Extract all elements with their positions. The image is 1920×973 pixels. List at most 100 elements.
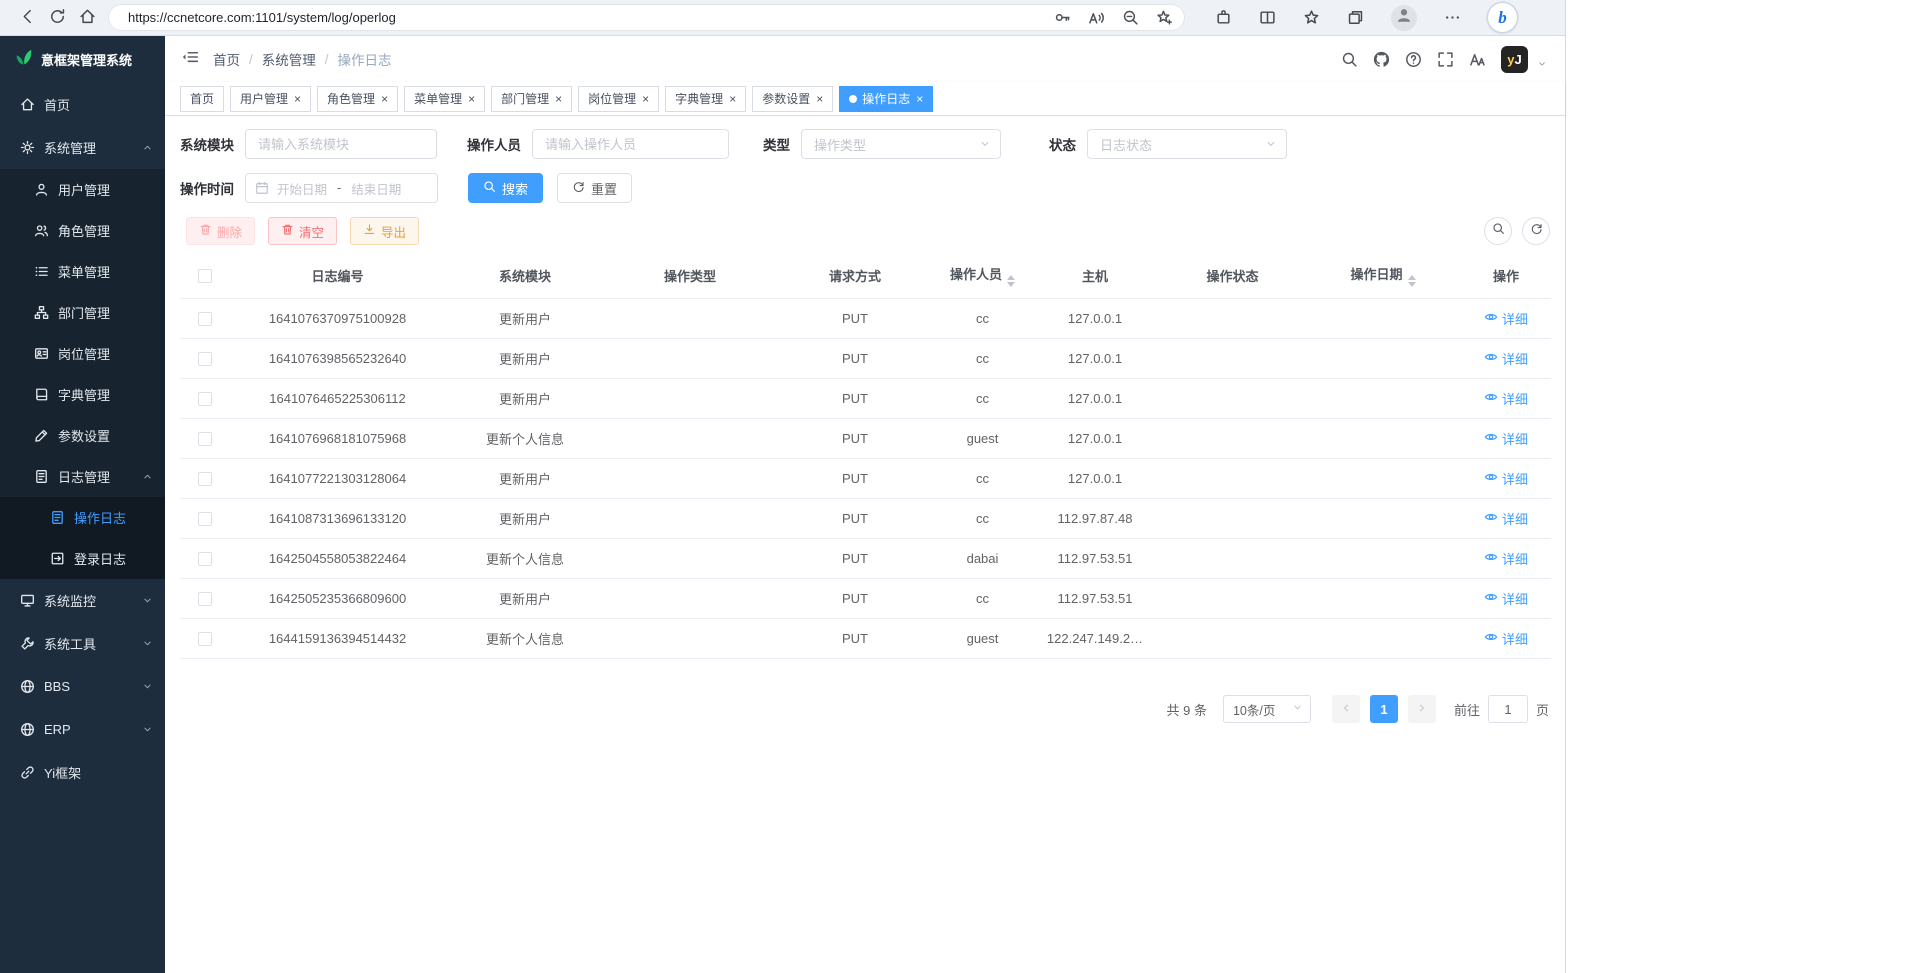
home-button[interactable] — [72, 3, 102, 33]
search-icon[interactable] — [1341, 51, 1358, 68]
favorites-icon[interactable] — [1303, 9, 1320, 26]
detail-link[interactable]: 详细 — [1484, 629, 1528, 648]
sidebar-item-menu-mgmt[interactable]: 菜单管理 — [0, 251, 165, 292]
detail-link[interactable]: 详细 — [1484, 589, 1528, 608]
sidebar-item-oper-log[interactable]: 操作日志 — [0, 497, 165, 538]
page-size-select[interactable]: 10条/页 — [1223, 695, 1311, 723]
back-button[interactable] — [12, 3, 42, 33]
add-favorite-icon[interactable] — [1156, 9, 1173, 26]
url-text[interactable]: https://ccnetcore.com:1101/system/log/op… — [128, 10, 1054, 25]
sidebar-item-post-mgmt[interactable]: 岗位管理 — [0, 333, 165, 374]
row-checkbox[interactable] — [198, 632, 212, 646]
sidebar-item-role-mgmt[interactable]: 角色管理 — [0, 210, 165, 251]
row-checkbox[interactable] — [198, 592, 212, 606]
operator-input[interactable] — [532, 129, 729, 159]
row-checkbox[interactable] — [198, 552, 212, 566]
sort-icon[interactable] — [1408, 275, 1416, 287]
sidebar-item-login-log[interactable]: 登录日志 — [0, 538, 165, 579]
close-icon[interactable]: × — [467, 93, 475, 105]
password-key-icon[interactable] — [1054, 9, 1071, 26]
row-checkbox[interactable] — [198, 312, 212, 326]
sidebar-item-system-mgmt[interactable]: 系统管理 — [0, 126, 165, 169]
tab-user-mgmt[interactable]: 用户管理× — [230, 86, 311, 112]
toggle-search-button[interactable] — [1484, 217, 1512, 245]
sidebar-item-log-mgmt[interactable]: 日志管理 — [0, 456, 165, 497]
row-checkbox[interactable] — [198, 392, 212, 406]
font-size-icon[interactable] — [1469, 51, 1486, 68]
sidebar-item-home[interactable]: 首页 — [0, 83, 165, 126]
tab-dict-mgmt[interactable]: 字典管理× — [665, 86, 746, 112]
split-screen-icon[interactable] — [1259, 9, 1276, 26]
profile-avatar[interactable] — [1391, 5, 1417, 31]
export-button[interactable]: 导出 — [350, 217, 419, 245]
detail-link[interactable]: 详细 — [1484, 509, 1528, 528]
row-checkbox[interactable] — [198, 432, 212, 446]
chevron-down-icon[interactable] — [1537, 59, 1547, 73]
refresh-table-button[interactable] — [1522, 217, 1550, 245]
detail-link[interactable]: 详细 — [1484, 389, 1528, 408]
goto-page-input[interactable] — [1488, 695, 1528, 723]
tab-home[interactable]: 首页 — [180, 86, 224, 112]
detail-link[interactable]: 详细 — [1484, 429, 1528, 448]
prev-page-button[interactable] — [1332, 695, 1360, 723]
tab-post-mgmt[interactable]: 岗位管理× — [578, 86, 659, 112]
bing-icon[interactable]: b — [1488, 3, 1517, 32]
detail-link[interactable]: 详细 — [1484, 349, 1528, 368]
delete-button[interactable]: 删除 — [186, 217, 255, 245]
next-page-button[interactable] — [1408, 695, 1436, 723]
close-icon[interactable]: × — [815, 93, 823, 105]
close-icon[interactable]: × — [728, 93, 736, 105]
sidebar-item-dict-mgmt[interactable]: 字典管理 — [0, 374, 165, 415]
detail-link[interactable]: 详细 — [1484, 309, 1528, 328]
type-select[interactable]: 操作类型 — [801, 129, 1001, 159]
tab-oper-log[interactable]: 操作日志× — [839, 86, 933, 112]
module-input[interactable] — [245, 129, 437, 159]
column-header[interactable]: 操作人员 — [935, 253, 1030, 299]
tab-menu-mgmt[interactable]: 菜单管理× — [404, 86, 485, 112]
close-icon[interactable]: × — [554, 93, 562, 105]
clear-button[interactable]: 清空 — [268, 217, 337, 245]
row-checkbox[interactable] — [198, 352, 212, 366]
detail-link[interactable]: 详细 — [1484, 549, 1528, 568]
tab-param-settings[interactable]: 参数设置× — [752, 86, 833, 112]
close-icon[interactable]: × — [293, 93, 301, 105]
close-icon[interactable]: × — [915, 93, 923, 105]
zoom-out-icon[interactable] — [1122, 9, 1139, 26]
tab-role-mgmt[interactable]: 角色管理× — [317, 86, 398, 112]
sidebar-item-sys-tools[interactable]: 系统工具 — [0, 622, 165, 665]
sidebar-item-sys-monitor[interactable]: 系统监控 — [0, 579, 165, 622]
sidebar-item-dept-mgmt[interactable]: 部门管理 — [0, 292, 165, 333]
detail-link[interactable]: 详细 — [1484, 469, 1528, 488]
sidebar-item-param-settings[interactable]: 参数设置 — [0, 415, 165, 456]
column-header[interactable]: 操作日期 — [1305, 253, 1461, 299]
sidebar-item-user-mgmt[interactable]: 用户管理 — [0, 169, 165, 210]
fullscreen-icon[interactable] — [1437, 51, 1454, 68]
help-icon[interactable] — [1405, 51, 1422, 68]
sidebar-toggle[interactable] — [181, 48, 199, 71]
github-icon[interactable] — [1373, 51, 1390, 68]
refresh-button[interactable] — [42, 3, 72, 33]
address-bar[interactable]: https://ccnetcore.com:1101/system/log/op… — [108, 4, 1185, 31]
breadcrumb-item[interactable]: 系统管理 — [262, 49, 316, 69]
close-icon[interactable]: × — [641, 93, 649, 105]
sidebar-item-yi-framework[interactable]: Yi框架 — [0, 751, 165, 794]
tab-dept-mgmt[interactable]: 部门管理× — [491, 86, 572, 112]
user-avatar[interactable]: yJ — [1501, 46, 1528, 73]
status-select[interactable]: 日志状态 — [1087, 129, 1287, 159]
more-menu-icon[interactable] — [1444, 9, 1461, 26]
breadcrumb-item[interactable]: 首页 — [213, 49, 240, 69]
sort-icon[interactable] — [1007, 275, 1015, 287]
row-checkbox[interactable] — [198, 472, 212, 486]
select-all-checkbox[interactable] — [198, 269, 212, 283]
date-range-picker[interactable]: 开始日期 - 结束日期 — [245, 173, 438, 203]
reset-button[interactable]: 重置 — [557, 173, 632, 203]
read-aloud-icon[interactable] — [1088, 9, 1105, 26]
close-icon[interactable]: × — [380, 93, 388, 105]
page-number-1[interactable]: 1 — [1370, 695, 1398, 723]
extensions-icon[interactable] — [1215, 9, 1232, 26]
sidebar-item-bbs[interactable]: BBS — [0, 665, 165, 708]
sidebar-item-erp[interactable]: ERP — [0, 708, 165, 751]
row-checkbox[interactable] — [198, 512, 212, 526]
collections-icon[interactable] — [1347, 9, 1364, 26]
search-button[interactable]: 搜索 — [468, 173, 543, 203]
